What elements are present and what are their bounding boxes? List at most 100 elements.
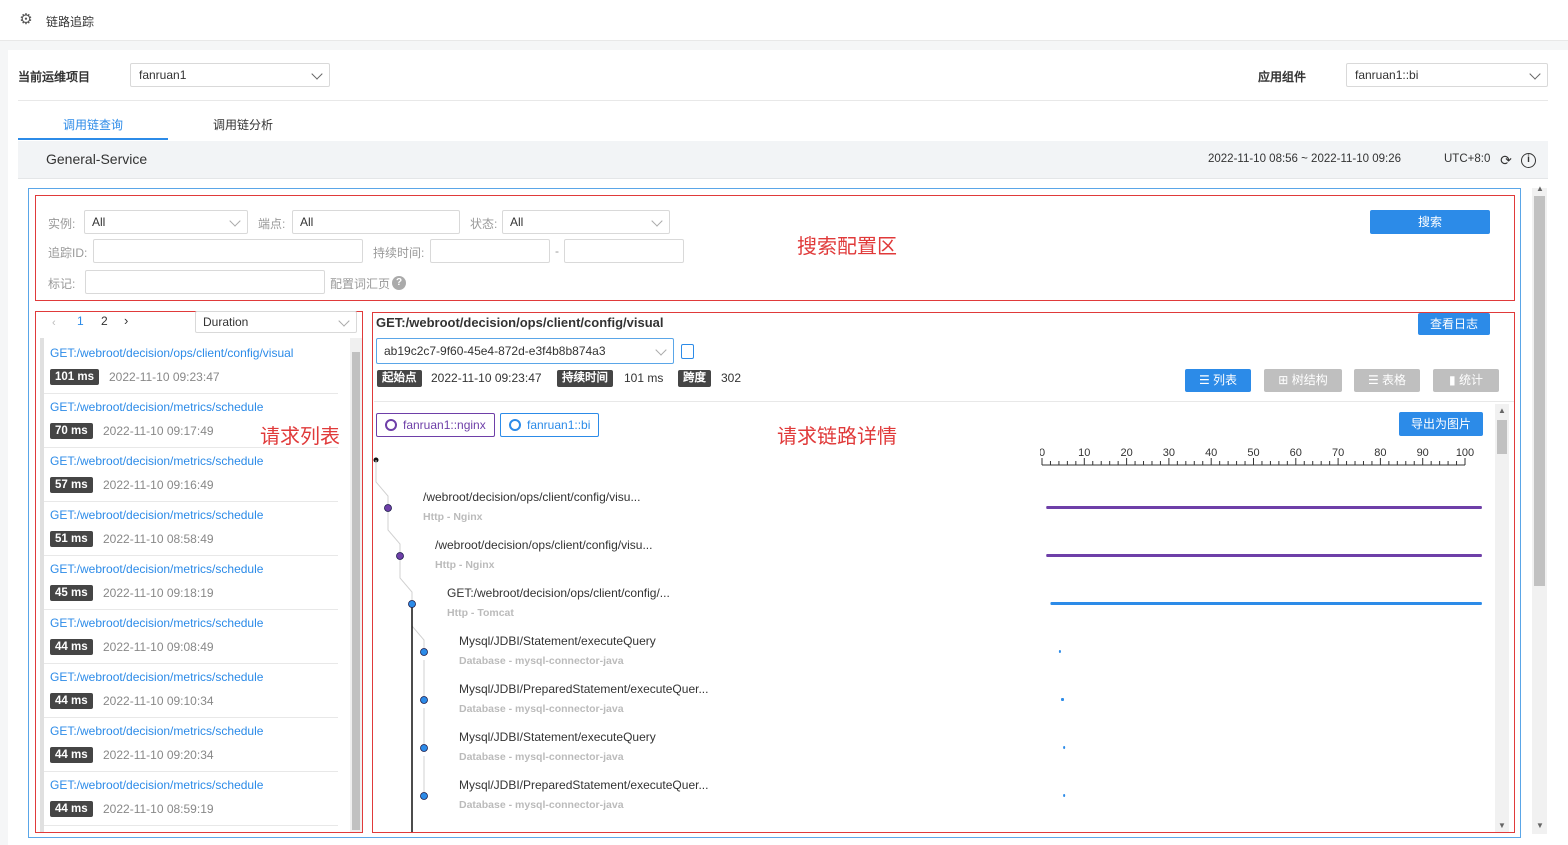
scroll-down-icon[interactable]: ▼ (1536, 821, 1544, 830)
span-bar (1058, 650, 1061, 653)
request-url[interactable]: GET:/webroot/decision/metrics/schedule (50, 670, 263, 684)
span-value: 302 (721, 371, 742, 385)
view-list-button[interactable]: ☰ 列表 (1185, 369, 1251, 392)
span-bar (1046, 554, 1482, 557)
span-node (420, 648, 428, 656)
list-scrollbar-thumb[interactable] (352, 352, 360, 830)
project-select[interactable]: fanruan1 (130, 63, 330, 87)
view-tree-button[interactable]: ⊞ 树结构 (1264, 369, 1342, 392)
search-button[interactable]: 搜索 (1370, 210, 1490, 234)
search-area-annotation: 搜索配置区 (797, 236, 897, 258)
copy-icon[interactable] (681, 344, 694, 359)
component-select[interactable]: fanruan1::bi (1346, 63, 1548, 87)
instance-select-value: All (92, 215, 106, 229)
help-icon[interactable]: ? (392, 276, 406, 290)
span-bar (1050, 602, 1482, 605)
request-list-item[interactable]: GET:/webroot/decision/ops/client/config/… (44, 340, 338, 394)
request-url[interactable]: GET:/webroot/decision/metrics/schedule (50, 454, 263, 468)
request-list-item[interactable]: GET:/webroot/decision/metrics/schedule 44… (44, 664, 338, 718)
detail-title: GET:/webroot/decision/ops/client/config/… (376, 315, 664, 330)
request-url[interactable]: GET:/webroot/decision/ops/client/config/… (50, 346, 293, 360)
tag-input[interactable] (85, 270, 325, 294)
duration-min-input[interactable] (430, 239, 550, 263)
request-list-item[interactable]: GET:/webroot/decision/metrics/schedule 44… (44, 718, 338, 772)
endpoint-input[interactable]: All (292, 210, 460, 234)
request-list-item[interactable]: GET:/webroot/decision/metrics/schedule 44… (44, 610, 338, 664)
page-2[interactable]: 2 (101, 314, 108, 328)
span-name: /webroot/decision/ops/client/config/visu… (423, 490, 640, 504)
legend-nginx[interactable]: fanruan1::nginx (376, 413, 495, 437)
request-url[interactable]: GET:/webroot/decision/metrics/schedule (50, 400, 263, 414)
scroll-up-icon[interactable]: ▲ (1498, 406, 1506, 415)
tab-trace-query[interactable]: 调用链查询 (18, 116, 168, 140)
component-label: 应用组件 (1258, 70, 1307, 84)
view-list-label: 列表 (1213, 373, 1238, 387)
status-select[interactable]: All (502, 210, 670, 234)
export-image-button[interactable]: 导出为图片 (1399, 412, 1483, 436)
request-url[interactable]: GET:/webroot/decision/metrics/schedule (50, 508, 263, 522)
refresh-icon[interactable]: ⟳ (1498, 152, 1514, 169)
scroll-down-icon[interactable]: ▼ (1498, 821, 1506, 830)
view-stats-label: 统计 (1458, 373, 1483, 387)
request-time: 2022-11-10 08:59:19 (103, 802, 214, 816)
vocab-link[interactable]: 配置词汇页 (330, 275, 390, 292)
request-url[interactable]: GET:/webroot/decision/metrics/schedule (50, 724, 263, 738)
span-type: Database - mysql-connector-java (459, 655, 624, 667)
request-detail-annotation: 请求链路详情 (777, 426, 897, 448)
service-name: General-Service (46, 151, 148, 167)
view-log-button[interactable]: 查看日志 (1418, 313, 1490, 335)
request-url[interactable]: GET:/webroot/decision/metrics/schedule (50, 562, 263, 576)
next-page-icon[interactable]: › (124, 313, 128, 328)
request-time: 2022-11-10 09:20:34 (103, 748, 214, 762)
view-table-button[interactable]: ☰ 表格 (1354, 369, 1420, 392)
divider (374, 401, 1514, 402)
span-type: Database - mysql-connector-java (459, 703, 624, 715)
duration-max-input[interactable] (564, 239, 684, 263)
request-list-item[interactable]: GET:/webroot/decision/metrics/schedule 51… (44, 502, 338, 556)
view-stats-button[interactable]: ▮ 统计 (1433, 369, 1499, 392)
view-tree-label: 树结构 (1291, 373, 1328, 387)
start-badge: 起始点 (377, 370, 422, 387)
prev-page-icon[interactable]: ‹ (52, 317, 56, 329)
trace-id-value: ab19c2c7-9f60-45e4-872d-e3f4b8b874a3 (384, 344, 606, 358)
request-time: 2022-11-10 09:16:49 (103, 478, 214, 492)
request-time: 2022-11-10 09:23:47 (109, 370, 220, 384)
span-type: Http - Nginx (435, 559, 495, 571)
time-range[interactable]: 2022-11-10 08:56 ~ 2022-11-10 09:26 (1208, 153, 1401, 165)
request-list-item[interactable]: GET:/webroot/decision/metrics/schedule 45… (44, 556, 338, 610)
gear-icon[interactable]: ⚙ (18, 12, 34, 28)
detail-scrollbar-thumb[interactable] (1497, 420, 1507, 454)
request-url[interactable]: GET:/webroot/decision/metrics/schedule (50, 616, 263, 630)
legend-nginx-label: fanruan1::nginx (403, 418, 486, 432)
timezone: UTC+8:0 (1444, 153, 1491, 165)
instance-select[interactable]: All (84, 210, 248, 234)
duration-label: 持续时间: (373, 246, 425, 260)
sort-select[interactable]: Duration (195, 311, 357, 333)
page-scrollbar-thumb[interactable] (1534, 196, 1545, 586)
request-list-item[interactable]: GET:/webroot/decision/metrics/schedule 57… (44, 448, 338, 502)
trace-id-select[interactable]: ab19c2c7-9f60-45e4-872d-e3f4b8b874a3 (376, 338, 674, 364)
tree-icon: ⊞ (1278, 373, 1292, 387)
span-name: Mysql/JDBI/PreparedStatement/executeQuer… (459, 682, 708, 696)
tab-trace-analysis[interactable]: 调用链分析 (168, 116, 318, 140)
page-1[interactable]: 1 (77, 314, 84, 328)
tree-connector (399, 556, 413, 604)
duration-badge: 101 ms (50, 369, 100, 385)
duration-badge: 51 ms (50, 531, 93, 547)
duration-badge: 44 ms (50, 693, 93, 709)
request-url[interactable]: GET:/webroot/decision/metrics/schedule (50, 778, 263, 792)
legend-bi[interactable]: fanruan1::bi (500, 413, 600, 437)
info-icon[interactable]: i (1521, 153, 1536, 168)
component-select-value: fanruan1::bi (1355, 68, 1419, 82)
duration-badge: 57 ms (50, 477, 93, 493)
chevron-down-icon (655, 344, 667, 356)
table-icon: ☰ (1367, 373, 1383, 387)
span-node (408, 600, 416, 608)
span-bar (1063, 794, 1066, 797)
trace-id-input[interactable] (93, 239, 363, 263)
detail-scrollbar[interactable] (1495, 404, 1509, 832)
request-time: 2022-11-10 09:08:49 (103, 640, 214, 654)
instance-label: 实例: (48, 217, 76, 231)
request-list-item[interactable]: GET:/webroot/decision/metrics/schedule 44… (44, 772, 338, 826)
scroll-up-icon[interactable]: ▲ (1536, 184, 1544, 193)
